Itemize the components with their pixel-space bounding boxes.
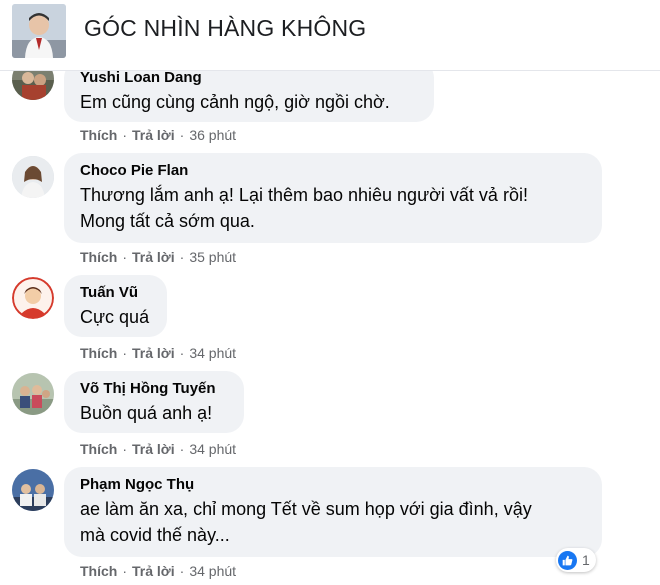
reply-link[interactable]: Trả lời	[132, 563, 175, 579]
comment-author[interactable]: Yushi Loan Dang	[80, 68, 418, 88]
comment-time[interactable]: 36 phút	[189, 127, 236, 143]
comment-text: mà covid thế này...	[80, 525, 230, 545]
comment-time[interactable]: 35 phút	[189, 249, 236, 265]
comment-bubble: Tuấn Vũ Cực quá	[64, 275, 167, 337]
avatar[interactable]	[12, 277, 54, 319]
reaction-count: 1	[582, 552, 590, 568]
like-link[interactable]: Thích	[80, 127, 117, 143]
like-link[interactable]: Thích	[80, 249, 117, 265]
comment-text: Thương lắm anh ạ! Lại thêm bao nhiêu ngư…	[80, 185, 528, 205]
comment-actions: Thích · Trả lời · 36 phút	[80, 127, 237, 143]
like-link[interactable]: Thích	[80, 441, 117, 457]
comment-author[interactable]: Choco Pie Flan	[80, 161, 586, 181]
comment-actions: Thích · Trả lời · 34 phút	[80, 441, 237, 457]
reply-link[interactable]: Trả lời	[132, 249, 175, 265]
comment-actions: Thích · Trả lời · 34 phút	[80, 345, 237, 361]
comment-bubble: Choco Pie Flan Thương lắm anh ạ! Lại thê…	[64, 153, 602, 243]
comment-text: ae làm ăn xa, chỉ mong Tết về sum họp vớ…	[80, 499, 532, 519]
reply-link[interactable]: Trả lời	[132, 345, 175, 361]
comment-text: Mong tất cả sớm qua.	[80, 211, 255, 231]
comment-author[interactable]: Tuấn Vũ	[80, 283, 151, 303]
reply-link[interactable]: Trả lời	[132, 441, 175, 457]
comment-time[interactable]: 34 phút	[189, 441, 236, 457]
avatar[interactable]	[12, 156, 54, 198]
reaction-summary[interactable]: 1	[556, 548, 596, 572]
like-icon	[558, 550, 577, 570]
like-link[interactable]: Thích	[80, 345, 117, 361]
comment-text: Cực quá	[80, 307, 150, 327]
like-link[interactable]: Thích	[80, 563, 117, 579]
comment-bubble: Võ Thị Hồng Tuyến Buồn quá anh ạ!	[64, 371, 244, 433]
comment-author[interactable]: Võ Thị Hồng Tuyến	[80, 379, 228, 399]
comment-time[interactable]: 34 phút	[189, 345, 236, 361]
comment-author[interactable]: Phạm Ngọc Thụ	[80, 475, 586, 495]
avatar[interactable]	[12, 373, 54, 415]
comment-text: Buồn quá anh ạ!	[80, 403, 213, 423]
page-avatar[interactable]	[12, 4, 66, 58]
comment-text: Em cũng cùng cảnh ngộ, giờ ngồi chờ.	[80, 92, 390, 112]
avatar[interactable]	[12, 469, 54, 511]
page-title[interactable]: GÓC NHÌN HÀNG KHÔNG	[84, 15, 366, 42]
comment-bubble: Phạm Ngọc Thụ ae làm ăn xa, chỉ mong Tết…	[64, 467, 602, 557]
comment-actions: Thích · Trả lời · 35 phút	[80, 249, 237, 265]
page-header: GÓC NHÌN HÀNG KHÔNG	[0, 0, 660, 71]
comment-time[interactable]: 34 phút	[189, 563, 236, 579]
reply-link[interactable]: Trả lời	[132, 127, 175, 143]
comment-actions: Thích · Trả lời · 34 phút	[80, 563, 237, 579]
